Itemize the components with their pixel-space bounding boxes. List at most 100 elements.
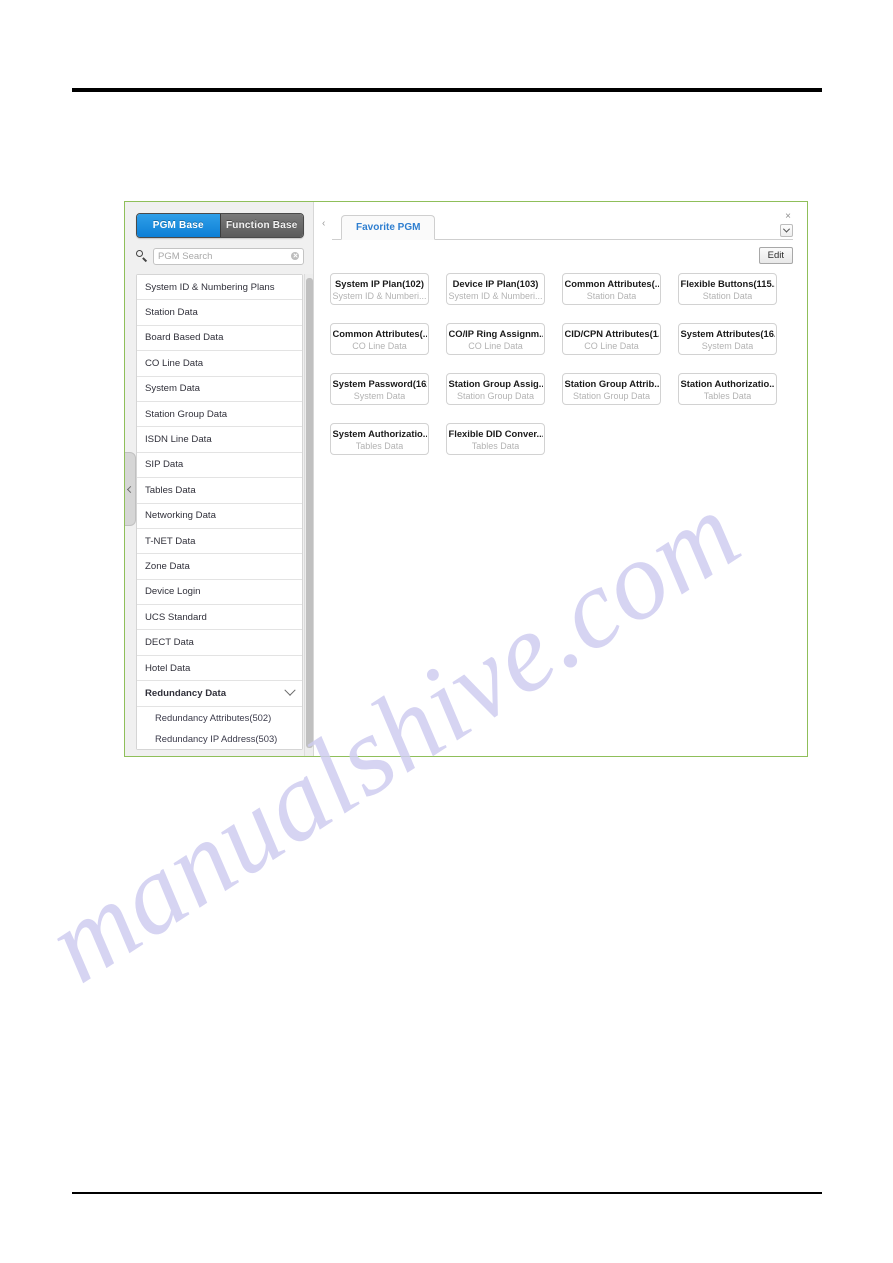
sidebar-item-redundancy-data[interactable]: Redundancy Data xyxy=(137,681,302,707)
sidebar-item-label: Station Data xyxy=(145,307,198,319)
sidebar-item-hotel-data[interactable]: Hotel Data xyxy=(137,655,302,682)
sidebar-item-label: UCS Standard xyxy=(145,611,207,623)
nav-list: System ID & Numbering Plans Station Data B… xyxy=(136,274,303,750)
favorite-pgm-tile[interactable]: Device IP Plan(103) System ID & Numberi..… xyxy=(446,273,545,305)
sidebar-item-device-login[interactable]: Device Login xyxy=(137,579,302,606)
favorite-pgm-tile[interactable]: System Authorizatio... Tables Data xyxy=(330,423,429,455)
base-mode-segmented-control[interactable]: PGM Base Function Base xyxy=(136,213,304,238)
sidebar-scrollbar-track[interactable] xyxy=(304,274,313,756)
sidebar-item-sip-data[interactable]: SIP Data xyxy=(137,452,302,479)
sidebar-item-label: Redundancy Data xyxy=(145,687,227,699)
tile-subtitle: CO Line Data xyxy=(352,340,407,351)
sidebar-item-label: SIP Data xyxy=(145,459,184,471)
tile-subtitle: System Data xyxy=(701,340,754,351)
tile-title: Device IP Plan(103) xyxy=(452,277,539,289)
search-box[interactable] xyxy=(153,247,304,265)
tile-subtitle: System ID & Numberi... xyxy=(448,290,543,301)
favorite-pgm-tile[interactable]: System Attributes(16... System Data xyxy=(678,323,777,355)
tile-subtitle: System ID & Numberi... xyxy=(332,290,427,301)
favorite-pgm-tile[interactable]: Common Attributes(... CO Line Data xyxy=(330,323,429,355)
tile-title: Common Attributes(... xyxy=(332,327,427,339)
sidebar-item-dect-data[interactable]: DECT Data xyxy=(137,630,302,656)
tab-bar: ‹ Favorite PGM × xyxy=(322,211,793,240)
favorite-pgm-tile[interactable]: CID/CPN Attributes(1... CO Line Data xyxy=(562,323,661,355)
tile-subtitle: Station Group Data xyxy=(572,390,651,401)
nav-scroll-area: System ID & Numbering Plans Station Data B… xyxy=(136,274,313,756)
tile-title: Common Attributes(... xyxy=(564,277,659,289)
page-top-rule-gap xyxy=(72,92,822,94)
tile-subtitle: Station Data xyxy=(702,290,753,301)
sidebar-item-label: T-NET Data xyxy=(145,535,196,547)
favorite-pgm-tile[interactable]: Common Attributes(... Station Data xyxy=(562,273,661,305)
tile-subtitle: System Data xyxy=(353,390,406,401)
close-tab-icon[interactable]: × xyxy=(785,212,791,222)
sidebar-collapse-handle[interactable] xyxy=(125,452,136,526)
chevron-down-icon xyxy=(284,684,296,697)
favorite-pgm-tile[interactable]: System IP Plan(102) System ID & Numberi..… xyxy=(330,273,429,305)
sidebar-item-label: CO Line Data xyxy=(145,357,204,369)
tile-subtitle: Tables Data xyxy=(355,440,404,451)
sidebar-subitem[interactable]: Redundancy IP Address(503) xyxy=(137,727,302,749)
sidebar-item-tables-data[interactable]: Tables Data xyxy=(137,478,302,504)
main-panel: ‹ Favorite PGM × Edit System IP Plan(102… xyxy=(314,202,807,756)
sidebar-item-label: ISDN Line Data xyxy=(145,434,212,446)
favorite-pgm-tile[interactable]: System Password(162) System Data xyxy=(330,373,429,405)
sidebar-item-networking-data[interactable]: Networking Data xyxy=(137,503,302,529)
chevron-left-icon xyxy=(126,485,134,493)
tile-title: System Attributes(16... xyxy=(680,327,775,339)
tile-title: System Password(162) xyxy=(332,377,427,389)
tile-subtitle: CO Line Data xyxy=(468,340,523,351)
sidebar-item-label: System ID & Numbering Plans xyxy=(145,281,275,293)
favorite-pgm-tile[interactable]: Station Authorizatio... Tables Data xyxy=(678,373,777,405)
application-window: PGM Base Function Base System ID & Numbe… xyxy=(124,201,808,757)
tile-title: CO/IP Ring Assignm... xyxy=(448,327,543,339)
sidebar-item-zone-data[interactable]: Zone Data xyxy=(137,554,302,580)
tab-list-dropdown-button[interactable] xyxy=(780,224,793,237)
sidebar-item-ucs-standard[interactable]: UCS Standard xyxy=(137,605,302,631)
sidebar-item-label: Tables Data xyxy=(145,484,196,496)
tile-title: Station Authorizatio... xyxy=(680,377,775,389)
edit-button[interactable]: Edit xyxy=(758,247,793,264)
favorite-pgm-tile[interactable]: Flexible Buttons(115... Station Data xyxy=(678,273,777,305)
sidebar-item-station-data[interactable]: Station Data xyxy=(137,300,302,326)
tabbar-scroll-left-icon[interactable]: ‹ xyxy=(322,219,325,229)
tile-title: System IP Plan(102) xyxy=(335,277,424,289)
toolbar: Edit xyxy=(314,247,793,264)
sidebar-item-station-group-data[interactable]: Station Group Data xyxy=(137,401,302,428)
favorite-pgm-tile[interactable]: Station Group Assig... Station Group Data xyxy=(446,373,545,405)
search-row xyxy=(136,247,304,265)
sidebar-item-co-line-data[interactable]: CO Line Data xyxy=(137,351,302,377)
sidebar-item-board-based-data[interactable]: Board Based Data xyxy=(137,325,302,352)
tab-favorite-pgm-label: Favorite PGM xyxy=(356,222,421,233)
chevron-down-icon xyxy=(782,225,791,233)
favorite-pgm-tile[interactable]: CO/IP Ring Assignm... CO Line Data xyxy=(446,323,545,355)
sidebar-item-label: Device Login xyxy=(145,586,201,598)
sidebar-item-system-data[interactable]: System Data xyxy=(137,376,302,402)
tile-title: System Authorizatio... xyxy=(332,427,427,439)
sidebar-scrollbar-thumb[interactable] xyxy=(306,278,313,748)
sidebar-item-label: Station Group Data xyxy=(145,408,228,420)
clear-search-icon[interactable] xyxy=(291,252,299,260)
sidebar-item-isdn-line-data[interactable]: ISDN Line Data xyxy=(137,427,302,453)
tile-title: Flexible Buttons(115... xyxy=(680,277,775,289)
sidebar-item-label: Networking Data xyxy=(145,510,216,522)
tile-title: Flexible DID Conver... xyxy=(448,427,543,439)
sidebar-item-label: Zone Data xyxy=(145,560,190,572)
tab-pgm-base[interactable]: PGM Base xyxy=(137,214,220,237)
page-bottom-rule xyxy=(72,1192,822,1194)
sidebar-item-t-net-data[interactable]: T-NET Data xyxy=(137,528,302,555)
sidebar-item-label: System Data xyxy=(145,383,200,395)
favorite-pgm-tile[interactable]: Flexible DID Conver... Tables Data xyxy=(446,423,545,455)
tile-title: CID/CPN Attributes(1... xyxy=(564,327,659,339)
tile-subtitle: CO Line Data xyxy=(584,340,639,351)
tile-subtitle: Tables Data xyxy=(471,440,520,451)
search-input[interactable] xyxy=(158,250,291,262)
tile-subtitle: Tables Data xyxy=(703,390,752,401)
sidebar-subitem[interactable]: Redundancy Attributes(502) xyxy=(137,706,302,728)
sidebar-subitem-label: Redundancy Attributes(502) xyxy=(155,711,272,723)
favorite-pgm-tile[interactable]: Station Group Attrib... Station Group Dat… xyxy=(562,373,661,405)
tab-favorite-pgm[interactable]: Favorite PGM xyxy=(341,215,436,240)
tab-function-base[interactable]: Function Base xyxy=(219,214,303,237)
favorite-pgm-tile-grid: System IP Plan(102) System ID & Numberi..… xyxy=(330,273,802,473)
sidebar-item-system-id-numbering-plans[interactable]: System ID & Numbering Plans xyxy=(137,275,302,301)
